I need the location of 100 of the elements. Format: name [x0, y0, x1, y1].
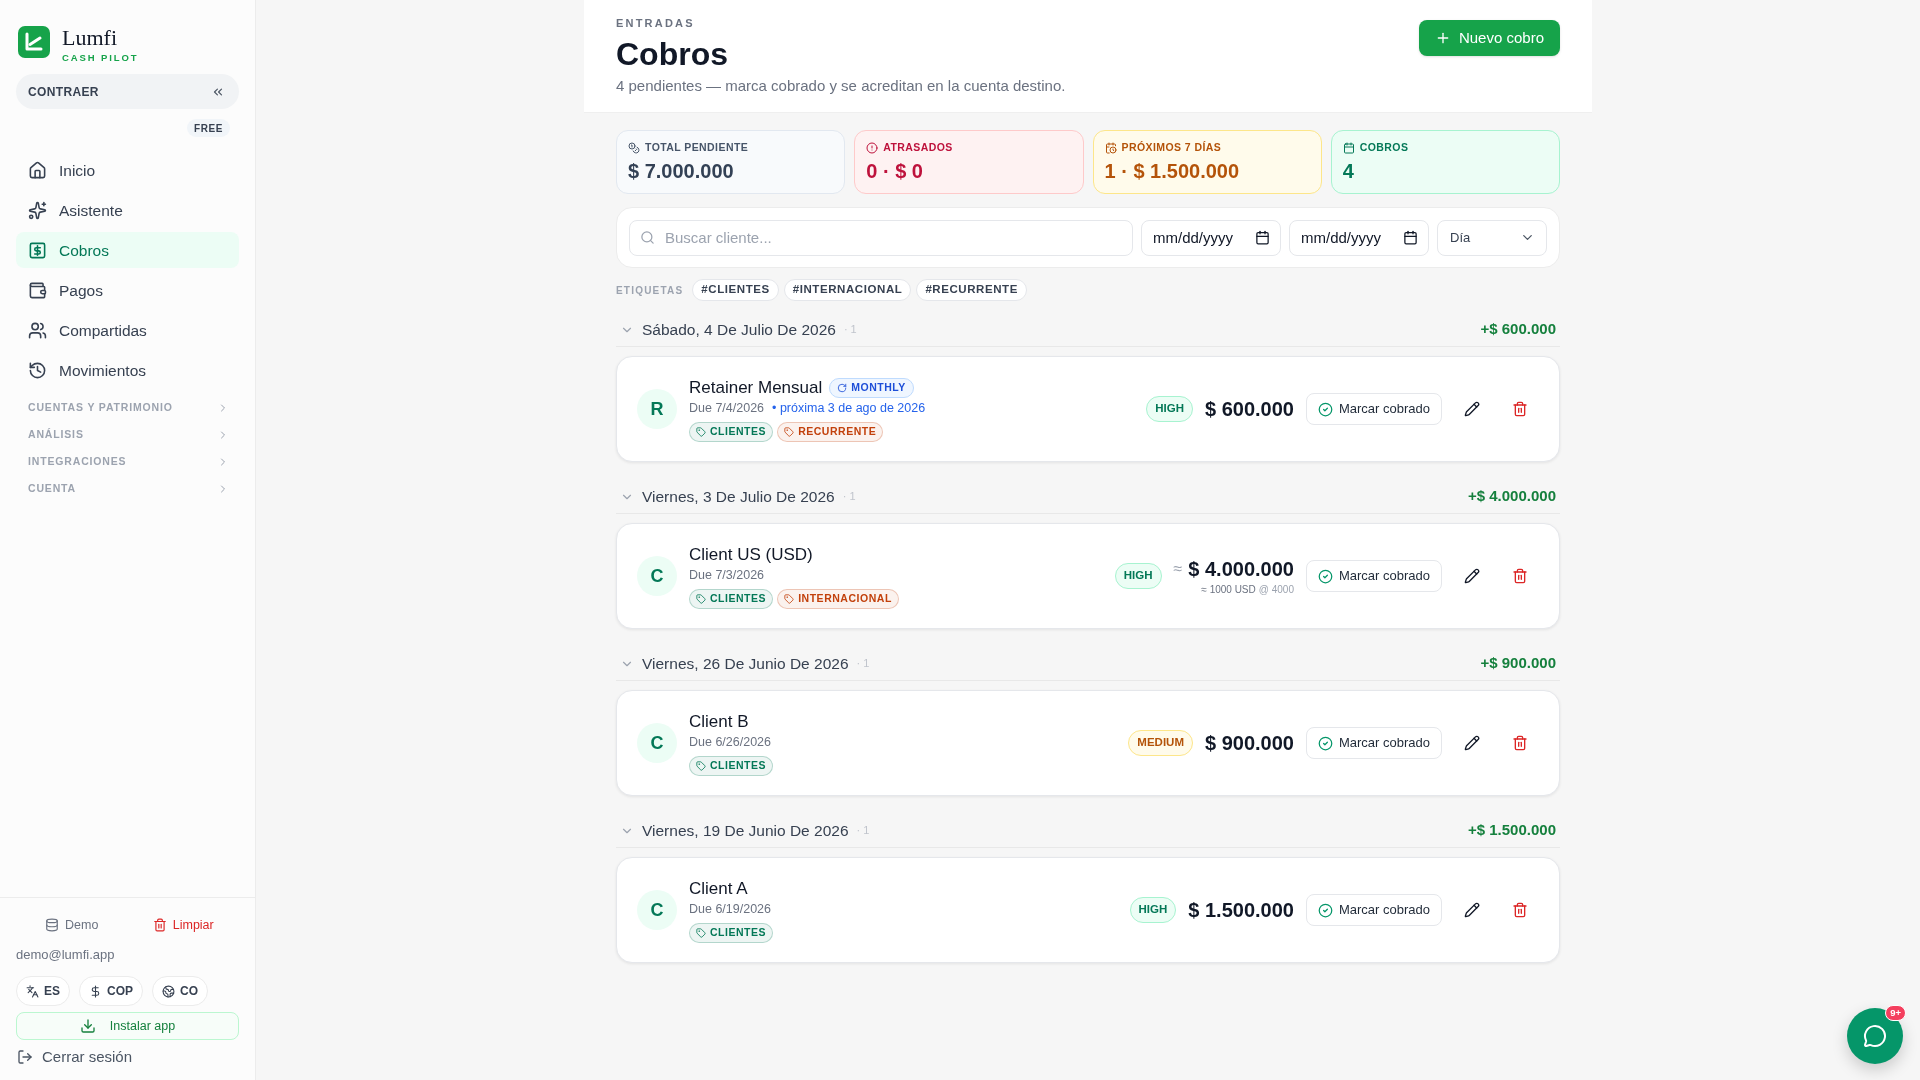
- priority-tag: HIGH: [1146, 396, 1193, 422]
- globe-icon: [162, 984, 176, 998]
- preference-chip[interactable]: COP: [79, 976, 144, 1006]
- group-date: Viernes, 26 De Junio De 2026: [642, 653, 849, 674]
- calendar-icon: [1403, 230, 1418, 245]
- rate-text: @ 4000: [1258, 582, 1294, 597]
- next-date: • próxima 3 de ago de 2026: [772, 400, 926, 418]
- page-subtitle: 4 pendientes — marca cobrado y se acreditan en la cuenta destino.: [616, 76, 1066, 96]
- page-title: Cobros: [616, 35, 729, 73]
- logout-button[interactable]: Cerrar sesión: [16, 1045, 239, 1069]
- trash-icon: [1512, 902, 1528, 918]
- mark-paid-button[interactable]: Marcar cobrado: [1305, 894, 1442, 926]
- page-eyebrow: ENTRADAS: [616, 16, 696, 30]
- mark-paid-button[interactable]: Marcar cobrado: [1305, 560, 1442, 592]
- conversion-text: ≈ 1000 USD: [1201, 582, 1256, 597]
- tag-label: CLIENTES: [710, 590, 767, 606]
- tag-filter-chip[interactable]: #RECURRENTE: [916, 279, 1027, 301]
- coins-icon: [628, 142, 640, 154]
- check-circle-icon: [1317, 568, 1333, 584]
- check-circle-icon: [1317, 401, 1333, 417]
- nav-item[interactable]: Cobros: [16, 232, 239, 269]
- summary-label: PRÓXIMOS 7 DÍAS: [1121, 140, 1222, 156]
- logo-icon: [18, 26, 50, 58]
- client-avatar: C: [637, 723, 677, 763]
- amount: $ 1.500.000: [1188, 898, 1294, 923]
- client-name: Client A: [689, 877, 748, 900]
- recurrence-label: MONTHLY: [851, 379, 906, 395]
- preference-chip[interactable]: ES: [16, 976, 70, 1006]
- tag-icon: [696, 760, 706, 771]
- database-icon: [45, 918, 60, 932]
- client-name: Retainer Mensual: [689, 376, 823, 399]
- tag-label: CLIENTES: [710, 757, 767, 773]
- repeat-icon: [837, 382, 848, 393]
- priority-tag: HIGH: [1114, 563, 1162, 589]
- dollar-square-icon: [28, 240, 47, 260]
- brand-name: Lumfi: [62, 26, 118, 49]
- tag-label: CLIENTES: [710, 423, 767, 439]
- due-date: Due 7/3/2026: [689, 567, 765, 585]
- group-total: +$ 1.500.000: [1468, 820, 1556, 841]
- check-circle-icon: [1317, 902, 1333, 918]
- plan-badge: FREE: [186, 119, 230, 138]
- tag-label: RECURRENTE: [798, 423, 877, 439]
- nav-item[interactable]: Inicio: [16, 152, 239, 189]
- group-date: Viernes, 3 De Julio De 2026: [642, 486, 835, 507]
- clear-button[interactable]: Limpiar: [127, 909, 239, 941]
- client-avatar: R: [637, 389, 677, 429]
- tag-filter-chip[interactable]: #INTERNACIONAL: [783, 279, 912, 301]
- nav-item[interactable]: Pagos: [16, 272, 239, 309]
- download-icon: [79, 1018, 96, 1034]
- summary-value: 4: [1342, 159, 1355, 183]
- due-date: Due 7/4/2026: [689, 400, 765, 418]
- group-date: Sábado, 4 De Julio De 2026: [642, 319, 836, 340]
- group-date: Viernes, 19 De Junio De 2026: [642, 820, 849, 841]
- date-field[interactable]: mm/dd/yyyy: [1289, 219, 1429, 256]
- user-email: demo@lumfi.app: [16, 946, 116, 964]
- pencil-icon: [1464, 735, 1480, 751]
- nav-item[interactable]: Compartidas: [16, 312, 239, 349]
- trash-icon: [1512, 401, 1528, 417]
- tag-filter-chip[interactable]: #CLIENTES: [692, 279, 779, 301]
- trash-icon: [152, 918, 167, 932]
- sparkles-icon: [28, 200, 47, 220]
- chat-icon: [1863, 1024, 1887, 1048]
- demo-button[interactable]: Demo: [16, 909, 128, 941]
- nav-item[interactable]: Movimientos: [16, 352, 239, 389]
- priority-tag: MEDIUM: [1128, 730, 1193, 756]
- group-total: +$ 4.000.000: [1468, 486, 1556, 507]
- tag-icon: [696, 593, 706, 604]
- amount: $ 600.000: [1204, 397, 1294, 422]
- trash-icon: [1512, 735, 1528, 751]
- client-avatar: C: [637, 556, 677, 596]
- chat-button[interactable]: [1847, 1008, 1903, 1064]
- collapse-button[interactable]: CONTRAER: [16, 74, 239, 110]
- brand-tagline: CASH PILOT: [62, 51, 139, 65]
- pencil-icon: [1464, 568, 1480, 584]
- amount: $ 4.000.000: [1188, 556, 1294, 582]
- check-circle-icon: [1317, 735, 1333, 751]
- nav-item[interactable]: Asistente: [16, 192, 239, 229]
- search-field[interactable]: Buscar cliente...: [629, 219, 1133, 256]
- install-app-button[interactable]: Instalar app: [16, 1012, 239, 1040]
- summary-value: $ 7.000.000: [628, 159, 735, 183]
- wallet-icon: [28, 280, 47, 300]
- home-icon: [28, 160, 47, 180]
- priority-tag: HIGH: [1129, 897, 1177, 923]
- pencil-icon: [1464, 902, 1480, 918]
- mark-paid-button[interactable]: Marcar cobrado: [1305, 393, 1442, 425]
- grouping-select[interactable]: Día: [1437, 219, 1547, 256]
- translate-icon: [26, 984, 39, 998]
- summary-value: 1 · $ 1.500.000: [1104, 159, 1241, 183]
- mark-paid-button[interactable]: Marcar cobrado: [1305, 727, 1442, 759]
- tag-icon: [784, 426, 795, 437]
- date-field[interactable]: mm/dd/yyyy: [1141, 219, 1281, 256]
- tag-icon: [696, 927, 706, 938]
- due-date: Due 6/19/2026: [689, 901, 771, 919]
- history-icon: [28, 360, 47, 380]
- approx-sign: ≈: [1173, 558, 1183, 579]
- calendar-clock-icon: [1104, 142, 1117, 154]
- group-total: +$ 600.000: [1480, 319, 1556, 340]
- pencil-icon: [1464, 401, 1480, 417]
- preference-chip[interactable]: CO: [152, 976, 209, 1006]
- summary-label: ATRASADOS: [883, 140, 953, 156]
